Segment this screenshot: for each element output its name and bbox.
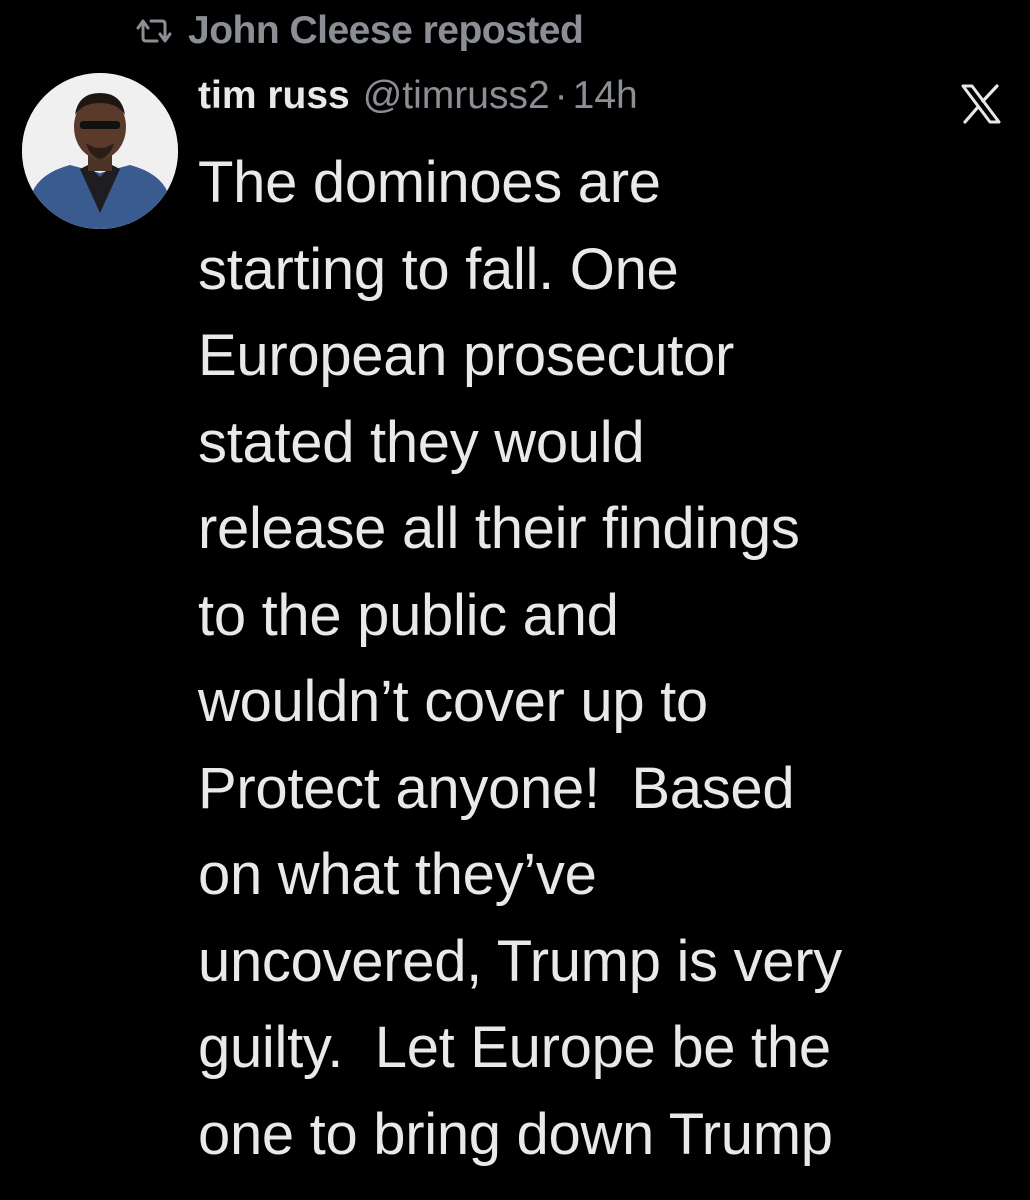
post-text-line: guilty. Let Europe be the <box>198 1015 831 1080</box>
post-text-line: on what they’ve <box>198 842 597 907</box>
user-avatar <box>22 73 178 229</box>
author-name[interactable]: tim russ <box>198 74 350 118</box>
author-avatar[interactable] <box>22 73 178 229</box>
post-text: The dominoes are starting to fall. One E… <box>198 140 1018 1178</box>
post-text-line: wouldn’t cover up to <box>198 669 708 734</box>
repost-icon <box>132 16 176 46</box>
post-text-line: starting to fall. One <box>198 236 679 302</box>
post-timestamp[interactable]: 14h <box>573 74 638 118</box>
post-text-line: to the public and <box>198 582 619 648</box>
author-handle[interactable]: @timruss2 <box>363 74 550 118</box>
post-text-line: Protect anyone! Based <box>198 755 795 821</box>
repost-label[interactable]: John Cleese reposted <box>188 9 584 53</box>
post-text-line: one to bring down Trump <box>198 1101 833 1167</box>
repost-banner[interactable]: John Cleese reposted <box>132 6 584 56</box>
post-text-line: European prosecutor <box>198 323 734 388</box>
post-text-line: The dominoes are <box>198 150 661 215</box>
post-text-line: uncovered, Trump is very <box>198 928 842 994</box>
post-text-line: release all their findings <box>198 496 800 561</box>
x-logo-icon <box>960 84 1002 124</box>
post-header: tim russ @timruss2 · 14h <box>198 74 638 126</box>
post-text-line: stated they would <box>198 409 645 475</box>
separator-dot: · <box>554 74 568 117</box>
